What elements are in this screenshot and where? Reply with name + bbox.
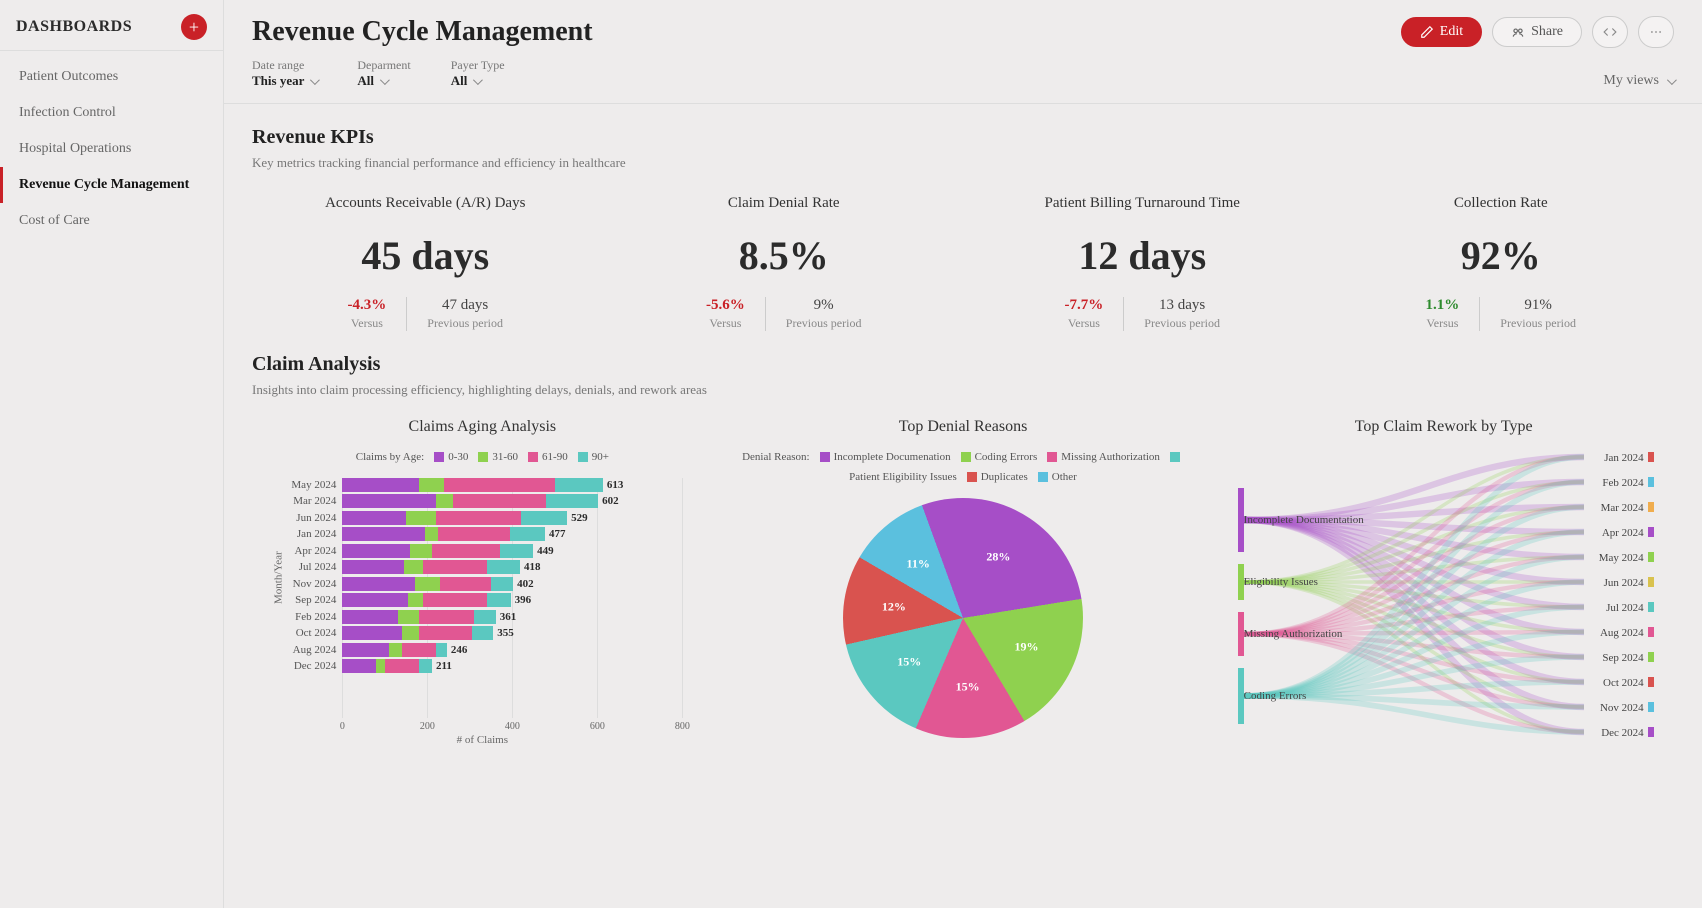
denial-reasons-chart: Top Denial Reasons Denial Reason:Incompl… <box>733 418 1194 748</box>
kpi-card: Claim Denial Rate8.5%-5.6%Versus9%Previo… <box>611 195 958 331</box>
kpi-delta: -5.6% <box>706 297 745 314</box>
kpi-section-subtitle: Key metrics tracking financial performan… <box>252 155 1674 171</box>
plus-icon: + <box>189 17 199 38</box>
filter-payer-type[interactable]: Payer TypeAll <box>451 58 505 89</box>
kpi-card: Accounts Receivable (A/R) Days 45 days -4.… <box>252 195 599 331</box>
sidebar-item-patient-outcomes[interactable]: Patient Outcomes <box>0 59 223 95</box>
add-dashboard-button[interactable]: + <box>181 14 207 40</box>
chart-title: Top Denial Reasons <box>733 418 1194 436</box>
kpi-delta: 1.1% <box>1426 297 1460 314</box>
kpi-value: 45 days <box>252 232 599 279</box>
claims-aging-chart: Claims Aging Analysis Claims by Age:0-30… <box>252 418 713 748</box>
kpi-previous-value: 91% <box>1500 297 1576 314</box>
rework-sankey-chart: Top Claim Rework by Type Incomplete Docu… <box>1213 418 1674 748</box>
kpi-previous-value: 13 days <box>1144 297 1220 314</box>
pencil-icon <box>1420 25 1434 39</box>
page-title: Revenue Cycle Management <box>252 16 593 48</box>
more-horizontal-icon <box>1649 25 1663 39</box>
code-icon <box>1603 25 1617 39</box>
kpi-delta: -7.7% <box>1065 297 1104 314</box>
filter-date-range[interactable]: Date rangeThis year <box>252 58 317 89</box>
kpi-label: Accounts Receivable (A/R) Days <box>252 195 599 212</box>
sidebar-item-revenue-cycle-management[interactable]: Revenue Cycle Management <box>0 167 223 203</box>
chart-title: Top Claim Rework by Type <box>1213 418 1674 436</box>
kpi-value: 12 days <box>969 232 1316 279</box>
sidebar-title: DASHBOARDS <box>16 18 132 36</box>
kpi-previous-value: 47 days <box>427 297 503 314</box>
edit-button[interactable]: Edit <box>1401 17 1482 47</box>
sidebar-item-cost-of-care[interactable]: Cost of Care <box>0 203 223 239</box>
kpi-label: Claim Denial Rate <box>611 195 958 212</box>
kpi-value: 8.5% <box>611 232 958 279</box>
kpi-delta: -4.3% <box>348 297 387 314</box>
sidebar-item-infection-control[interactable]: Infection Control <box>0 95 223 131</box>
chart-title: Claims Aging Analysis <box>252 418 713 436</box>
main-content: Revenue Cycle Management Edit Share Date… <box>224 0 1702 908</box>
claims-section-title: Claim Analysis <box>252 353 1674 376</box>
embed-button[interactable] <box>1592 16 1628 48</box>
my-views-dropdown[interactable]: My views <box>1603 73 1674 89</box>
kpi-value: 92% <box>1328 232 1675 279</box>
x-axis-label: # of Claims <box>457 734 508 746</box>
kpi-card: Patient Billing Turnaround Time 12 days -7… <box>969 195 1316 331</box>
share-icon <box>1511 25 1525 39</box>
claims-section-subtitle: Insights into claim processing efficienc… <box>252 382 1674 398</box>
kpi-previous-value: 9% <box>786 297 862 314</box>
kpi-card: Collection Rate92%1.1%Versus91%Previous … <box>1328 195 1675 331</box>
kpi-section-title: Revenue KPIs <box>252 126 1674 149</box>
sidebar-item-hospital-operations[interactable]: Hospital Operations <box>0 131 223 167</box>
more-button[interactable] <box>1638 16 1674 48</box>
share-button[interactable]: Share <box>1492 17 1582 47</box>
kpi-label: Patient Billing Turnaround Time <box>969 195 1316 212</box>
sidebar: DASHBOARDS + Patient OutcomesInfection C… <box>0 0 224 908</box>
filter-deparment[interactable]: DeparmentAll <box>357 58 410 89</box>
kpi-label: Collection Rate <box>1328 195 1675 212</box>
